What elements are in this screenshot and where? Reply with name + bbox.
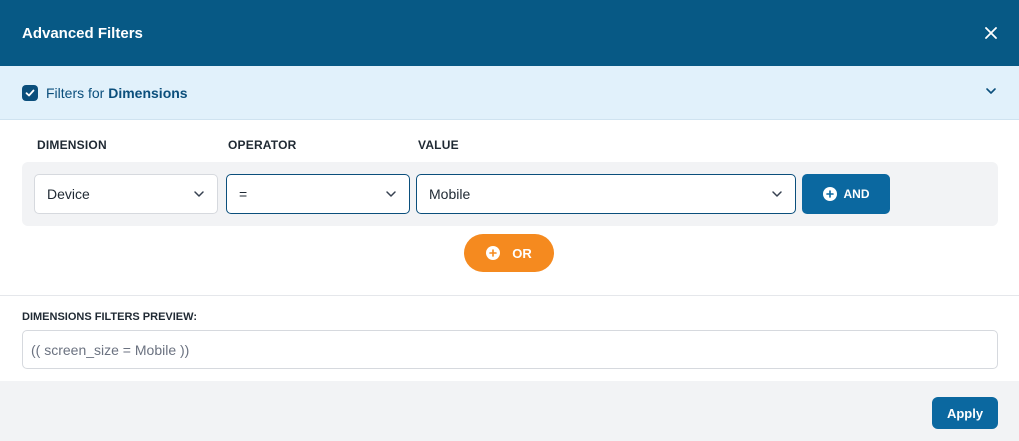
column-header-dimension: DIMENSION (37, 138, 107, 152)
chevron-down-icon (772, 191, 782, 197)
filters-preview-section: DIMENSIONS FILTERS PREVIEW: (( screen_si… (0, 296, 1019, 381)
section-label: Filters for Dimensions (46, 84, 188, 101)
preview-field[interactable]: (( screen_size = Mobile )) (22, 330, 998, 369)
apply-button[interactable]: Apply (932, 397, 998, 429)
preview-value: (( screen_size = Mobile )) (31, 341, 190, 358)
dialog-title: Advanced Filters (22, 24, 143, 42)
chevron-down-icon (194, 191, 204, 197)
value-select-value: Mobile (429, 186, 471, 202)
dialog-header: Advanced Filters (0, 0, 1019, 66)
and-button-label: AND (843, 187, 870, 201)
dialog-footer: Apply (0, 381, 1019, 441)
operator-select[interactable]: = (226, 174, 410, 214)
checkbox-checked-icon[interactable] (22, 84, 38, 101)
filter-content: DIMENSION OPERATOR VALUE Device = Mobile… (0, 120, 1019, 296)
operator-select-value: = (239, 186, 248, 202)
column-header-operator: OPERATOR (228, 138, 297, 152)
or-button-label: OR (512, 245, 532, 261)
close-icon[interactable] (981, 23, 1001, 43)
dimensions-section-header[interactable]: Filters for Dimensions (0, 66, 1019, 120)
plus-circle-icon (486, 246, 501, 260)
value-select[interactable]: Mobile (416, 174, 796, 214)
chevron-down-icon[interactable] (985, 84, 997, 102)
preview-label: DIMENSIONS FILTERS PREVIEW: (22, 311, 197, 323)
column-header-value: VALUE (418, 138, 459, 152)
add-or-button[interactable]: OR (464, 234, 554, 272)
dimension-select-value: Device (47, 186, 90, 202)
plus-circle-icon (822, 187, 837, 201)
chevron-down-icon (386, 191, 396, 197)
add-and-button[interactable]: AND (802, 174, 890, 214)
dimension-select[interactable]: Device (34, 174, 218, 214)
filter-row: Device = Mobile AND (22, 162, 998, 226)
section-label-bold: Dimensions (108, 84, 188, 101)
